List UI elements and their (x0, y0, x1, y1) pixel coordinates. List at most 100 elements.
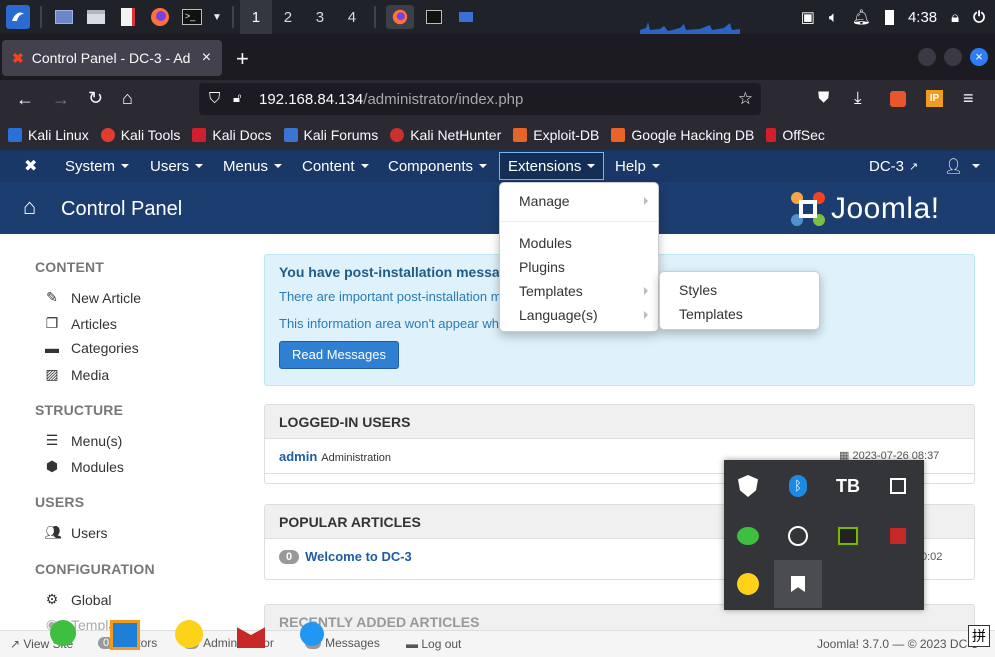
text-editor-icon[interactable] (116, 5, 140, 29)
defender-icon[interactable] (724, 462, 772, 510)
window-icon[interactable] (454, 5, 478, 29)
menu-hamburger-icon[interactable]: ≡ (963, 88, 974, 109)
bookmark-star-icon[interactable]: ☆ (738, 89, 753, 109)
menu-users[interactable]: Users (150, 150, 204, 182)
wechat-dock-icon[interactable] (50, 620, 76, 646)
terminal-launcher-icon[interactable]: >_ (180, 5, 204, 29)
downloads-icon[interactable]: ⤓ (854, 88, 862, 108)
chevron-down-icon[interactable]: ▼ (212, 12, 222, 23)
new-tab-button[interactable]: + (236, 46, 249, 72)
folder-icon: ▬ (45, 340, 59, 356)
firefox-launcher-icon[interactable] (148, 5, 172, 29)
menu-item-modules[interactable]: Modules (519, 235, 572, 251)
forward-icon[interactable]: → (52, 89, 70, 110)
workspace-3[interactable]: 3 (304, 0, 336, 34)
minimize-button[interactable] (918, 48, 936, 66)
terminal-window-icon[interactable] (422, 5, 446, 29)
bookmark-kali-docs[interactable]: Kali Docs (192, 127, 272, 143)
menu-item-manage[interactable]: Manage (519, 193, 570, 209)
sidebar-item-menus[interactable]: ☰ Menu(s) (44, 432, 123, 449)
notification-bell-icon[interactable]: 🔔︎ (852, 8, 871, 26)
browser-tab[interactable]: ✖ Control Panel - DC-3 - Ad × (2, 40, 222, 76)
extension-icon[interactable] (890, 91, 906, 107)
firefox-window-icon[interactable] (385, 5, 414, 29)
home-icon[interactable]: ⌂ (122, 88, 133, 109)
bookmark-exploit-db[interactable]: Exploit-DB (513, 127, 599, 143)
sidebar-item-articles[interactable]: ❐ Articles (44, 315, 117, 332)
browser-dock-icon[interactable] (300, 622, 324, 646)
submenu-item-styles[interactable]: Styles (679, 282, 717, 298)
user-link[interactable]: admin (279, 449, 317, 464)
sidebar-heading-configuration: CONFIGURATION (35, 561, 155, 577)
show-desktop-icon[interactable] (52, 5, 76, 29)
sidebar-item-global[interactable]: ⚙ Global (44, 591, 112, 608)
screen-icon[interactable]: ▣ (801, 8, 815, 26)
bluetooth-icon[interactable]: ᛒ (774, 462, 822, 510)
shield-icon[interactable]: ⛉ (209, 90, 220, 107)
menu-item-languages[interactable]: Language(s) (519, 307, 598, 323)
bookmark-kali-tools[interactable]: Kali Tools (100, 127, 180, 143)
url-bar[interactable]: ⛉ 🔓︎ 192.168.84.134 /administrator/index… (199, 83, 761, 115)
bookmark-google-hacking-db[interactable]: Google Hacking DB (611, 127, 754, 143)
cog-icon: ⚙ (45, 591, 59, 607)
workspace-4[interactable]: 4 (336, 0, 368, 34)
menu-item-plugins[interactable]: Plugins (519, 259, 565, 275)
site-link[interactable]: DC-3 ↗ (869, 150, 918, 182)
read-messages-button[interactable]: Read Messages (279, 341, 399, 369)
lock-icon[interactable]: 🔒︎ (951, 9, 959, 26)
sidebar-item-media[interactable]: ▨ Media (44, 366, 109, 383)
maximize-button[interactable] (944, 48, 962, 66)
kali-menu-icon[interactable] (6, 5, 30, 29)
file-manager-icon[interactable] (84, 5, 108, 29)
battery-icon[interactable] (884, 9, 894, 25)
remote-desktop-dock-icon[interactable] (110, 620, 140, 650)
bookmark-kali-nethunter[interactable]: Kali NetHunter (390, 127, 501, 143)
cube-icon: ⬢ (45, 458, 59, 474)
clock[interactable]: 4:38 (908, 9, 937, 26)
music-tray-icon[interactable] (724, 560, 772, 608)
panel-heading: LOGGED-IN USERS (265, 405, 974, 439)
menu-system[interactable]: System (65, 150, 130, 182)
menu-menus[interactable]: Menus (223, 150, 283, 182)
volume-icon[interactable]: 🔈︎ (829, 9, 838, 26)
menu-item-templates[interactable]: Templates (519, 283, 583, 299)
bookmark-kali-linux[interactable]: Kali Linux (8, 127, 89, 143)
tab-close-icon[interactable]: × (202, 49, 211, 67)
workspace-2[interactable]: 2 (272, 0, 304, 34)
ime-indicator[interactable]: 拼 (968, 625, 990, 647)
bookmark-offsec[interactable]: OffSec (766, 127, 825, 143)
lock-insecure-icon[interactable]: 🔓︎ (233, 90, 241, 106)
wechat-icon[interactable] (724, 512, 772, 560)
app-tray-icon-2[interactable] (874, 512, 922, 560)
user-menu[interactable]: 👤︎ (944, 150, 981, 182)
close-window-button[interactable]: × (970, 48, 988, 66)
workspace-1[interactable]: 1 (239, 0, 272, 34)
sidebar-item-categories[interactable]: ▬ Categories (44, 340, 139, 356)
ip-extension-icon[interactable]: IP (926, 90, 943, 107)
reload-icon[interactable]: ↻ (88, 88, 103, 109)
app-tray-icon-3[interactable] (774, 560, 822, 608)
sidebar-item-users[interactable]: 👥︎ Users (44, 524, 108, 541)
menu-help[interactable]: Help (615, 150, 660, 182)
sidebar-item-modules[interactable]: ⬢ Modules (44, 458, 124, 475)
back-icon[interactable]: ← (16, 89, 34, 110)
sidebar-item-new-article[interactable]: ✎ New Article (44, 289, 141, 306)
power-icon[interactable]: ⏻ (973, 9, 985, 26)
menu-extensions[interactable]: Extensions (499, 152, 604, 180)
pocket-icon[interactable]: ⛊ (818, 89, 829, 106)
nvidia-icon[interactable] (824, 512, 872, 560)
app-dock-icon[interactable] (237, 627, 265, 648)
joomla-nav-logo-icon[interactable]: ✖ (24, 150, 37, 182)
music-dock-icon[interactable] (175, 620, 203, 648)
menu-components[interactable]: Components (388, 150, 488, 182)
menu-content[interactable]: Content (302, 150, 369, 182)
bookmark-kali-forums[interactable]: Kali Forums (283, 127, 378, 143)
bookmarks-toolbar: Kali Linux Kali Tools Kali Docs Kali For… (0, 120, 995, 150)
article-link[interactable]: Welcome to DC-3 (305, 549, 412, 564)
typora-icon[interactable]: TB (824, 462, 872, 510)
submenu-item-templates[interactable]: Templates (679, 306, 743, 322)
app-tray-icon[interactable] (774, 512, 822, 560)
clipboard-icon[interactable] (874, 462, 922, 510)
logout-link[interactable]: ▬ Log out (406, 637, 461, 651)
system-tray: ▣ 🔈︎ 🔔︎ 4:38 🔒︎ ⏻ (801, 0, 995, 34)
